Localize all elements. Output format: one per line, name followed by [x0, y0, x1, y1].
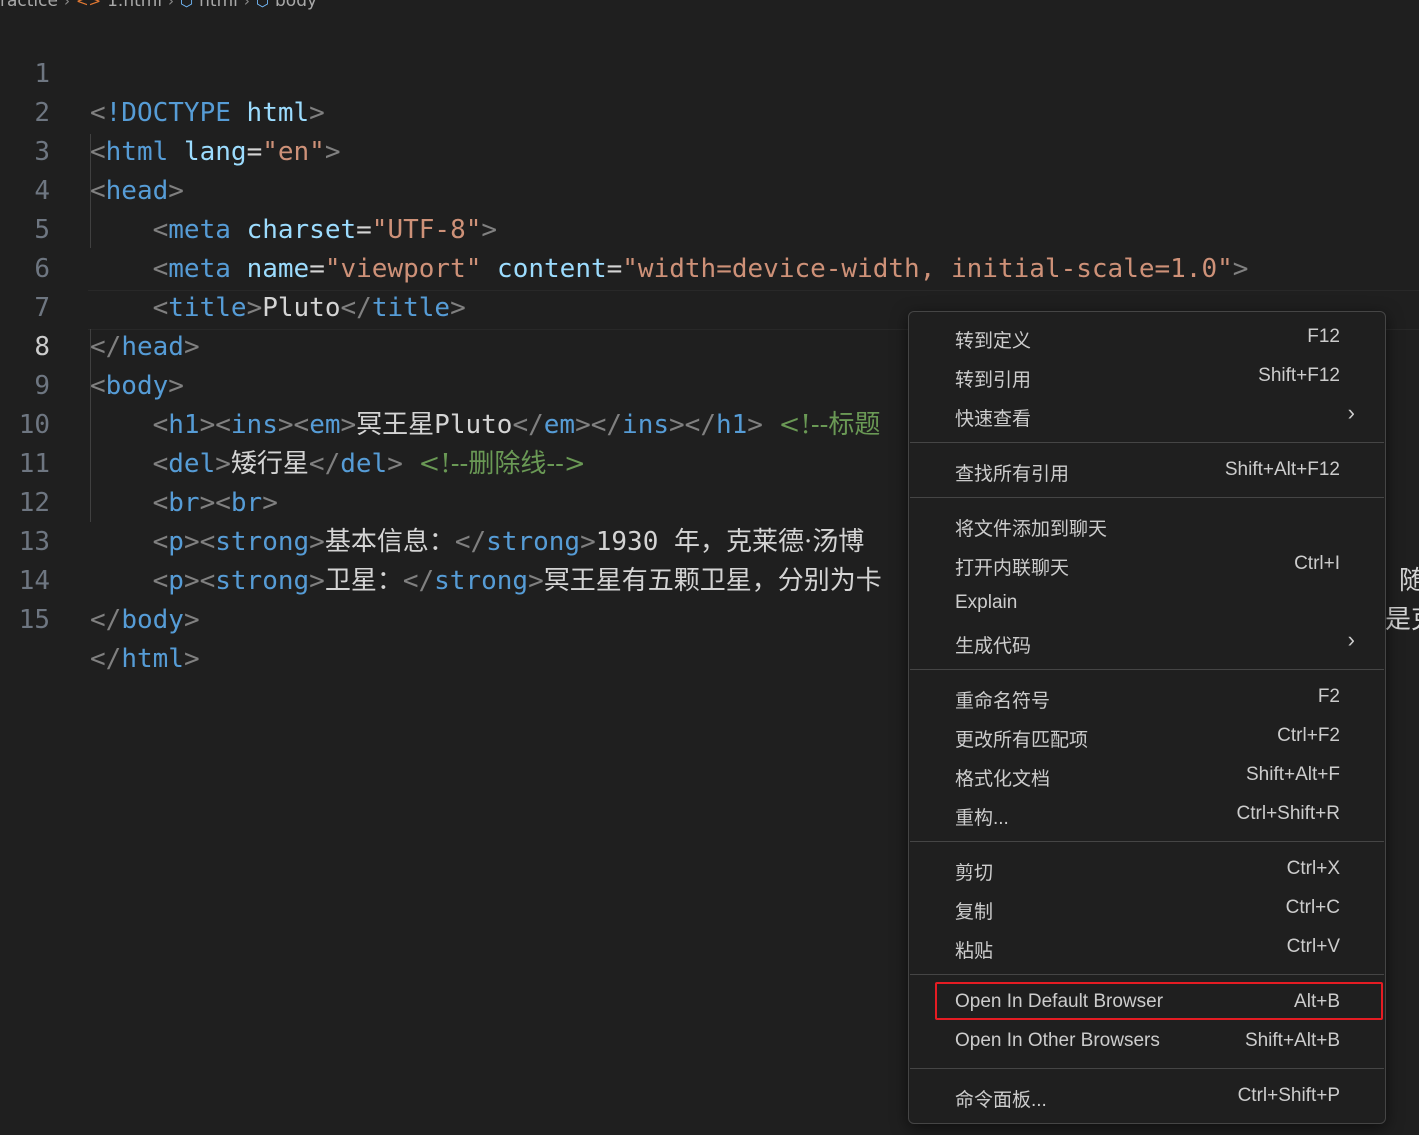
- menu-item-label: 格式化文档: [955, 769, 1051, 790]
- menu-item-label: 更改所有匹配项: [955, 730, 1089, 751]
- menu-item-shortcut: F2: [1317, 686, 1340, 707]
- menu-item-shortcut: Shift+Alt+F12: [1224, 459, 1340, 480]
- code-line[interactable]: 1 <!DOCTYPE html>: [0, 16, 1419, 128]
- menu-item-label: 将文件添加到聊天: [955, 519, 1108, 540]
- menu-separator: [910, 497, 1384, 498]
- menu-item-label: 复制: [955, 902, 994, 923]
- menu-item-shortcut: Ctrl+I: [1294, 553, 1340, 574]
- code-token: 是克: [1385, 605, 1419, 635]
- menu-item-shortcut: F12: [1307, 326, 1340, 347]
- menu-item-inline-chat[interactable]: 打开内联聊天 Ctrl+I: [909, 546, 1385, 582]
- menu-item-add-file-to-chat[interactable]: 将文件添加到聊天: [909, 507, 1385, 543]
- menu-item-label: 剪切: [955, 863, 994, 884]
- menu-item-label: 查找所有引用: [955, 464, 1070, 485]
- code-line[interactable]: 5 <meta name="viewport" content="width=d…: [0, 172, 1419, 284]
- line-number: 15: [18, 605, 50, 635]
- menu-item-label: 命令面板...: [955, 1090, 1047, 1111]
- menu-item-label: Open In Default Browser: [955, 991, 1164, 1012]
- menu-item-format-document[interactable]: 格式化文档 Shift+Alt+F: [909, 757, 1385, 793]
- html-file-icon: <>: [75, 0, 102, 10]
- menu-item-refactor[interactable]: 重构... Ctrl+Shift+R: [909, 796, 1385, 832]
- menu-item-go-to-references[interactable]: 转到引用 Shift+F12: [909, 358, 1385, 394]
- menu-item-cut[interactable]: 剪切 Ctrl+X: [909, 851, 1385, 887]
- menu-item-label: 打开内联聊天: [955, 558, 1070, 579]
- code-line[interactable]: 7 </head>: [0, 250, 1419, 362]
- code-token: body: [121, 605, 184, 635]
- menu-item-change-all-occurrences[interactable]: 更改所有匹配项 Ctrl+F2: [909, 718, 1385, 754]
- chevron-right-icon: ›: [63, 0, 70, 10]
- menu-item-label: 快速查看: [955, 409, 1032, 430]
- menu-separator: [910, 669, 1384, 670]
- menu-item-shortcut: Shift+F12: [1258, 365, 1340, 386]
- menu-separator: [910, 974, 1384, 975]
- menu-item-shortcut: Ctrl+Shift+P: [1237, 1085, 1340, 1106]
- code-line[interactable]: 2 <html lang="en">: [0, 55, 1419, 167]
- menu-item-open-other-browsers[interactable]: Open In Other Browsers Shift+Alt+B: [909, 1023, 1385, 1059]
- code-editor[interactable]: ractice › <> 1.html › ⬡ html › ⬡ body 1 …: [0, 0, 1419, 1135]
- menu-item-label: 粘贴: [955, 941, 994, 962]
- menu-item-open-default-browser[interactable]: Open In Default Browser Alt+B: [909, 984, 1385, 1020]
- chevron-right-icon: ›: [168, 0, 175, 10]
- breadcrumb: ractice › <> 1.html › ⬡ html › ⬡ body: [0, 0, 317, 11]
- menu-item-paste[interactable]: 粘贴 Ctrl+V: [909, 929, 1385, 965]
- menu-item-label: Open In Other Browsers: [955, 1030, 1160, 1051]
- menu-item-label: 重构...: [955, 808, 1009, 829]
- code-token: html: [121, 644, 184, 674]
- menu-item-shortcut: Ctrl+X: [1286, 858, 1340, 879]
- menu-item-shortcut: Ctrl+V: [1286, 936, 1340, 957]
- code-line[interactable]: 6 <title>Pluto</title>: [0, 211, 1419, 323]
- menu-item-label: 转到引用: [955, 370, 1032, 391]
- breadcrumb-file[interactable]: 1.html: [107, 0, 162, 11]
- menu-item-shortcut: Shift+Alt+B: [1244, 1030, 1340, 1051]
- menu-item-shortcut: Ctrl+C: [1285, 897, 1340, 918]
- menu-item-copy[interactable]: 复制 Ctrl+C: [909, 890, 1385, 926]
- menu-item-explain[interactable]: Explain: [909, 585, 1385, 621]
- menu-separator: [910, 442, 1384, 443]
- menu-item-rename-symbol[interactable]: 重命名符号 F2: [909, 679, 1385, 715]
- symbol-node-icon: ⬡: [180, 0, 194, 10]
- chevron-right-icon: ›: [1347, 400, 1355, 425]
- breadcrumb-node-html[interactable]: html: [199, 0, 238, 11]
- menu-item-peek[interactable]: 快速查看 ›: [909, 397, 1385, 433]
- menu-separator: [910, 841, 1384, 842]
- menu-item-label: 重命名符号: [955, 691, 1051, 712]
- menu-item-go-to-definition[interactable]: 转到定义 F12: [909, 319, 1385, 355]
- breadcrumb-node-body[interactable]: body: [275, 0, 317, 11]
- context-menu: 转到定义 F12 转到引用 Shift+F12 快速查看 › 查找所有引用 Shift+…: [908, 311, 1386, 1124]
- menu-item-label: 生成代码: [955, 636, 1032, 657]
- menu-item-shortcut: Ctrl+Shift+R: [1236, 803, 1340, 824]
- code-line[interactable]: 3 <head>: [0, 94, 1419, 206]
- menu-item-shortcut: Shift+Alt+F: [1246, 764, 1340, 785]
- menu-item-label: Explain: [955, 592, 1018, 613]
- menu-item-find-all-references[interactable]: 查找所有引用 Shift+Alt+F12: [909, 452, 1385, 488]
- code-line[interactable]: 4 <meta charset="UTF-8">: [0, 133, 1419, 245]
- menu-separator: [910, 1068, 1384, 1069]
- breadcrumb-folder[interactable]: ractice: [0, 0, 58, 11]
- chevron-right-icon: ›: [1347, 627, 1355, 652]
- menu-item-label: 转到定义: [955, 331, 1032, 352]
- chevron-right-icon: ›: [243, 0, 250, 10]
- menu-item-generate-code[interactable]: 生成代码 ›: [909, 624, 1385, 660]
- menu-item-shortcut: Alt+B: [1294, 991, 1340, 1012]
- menu-item-command-palette[interactable]: 命令面板... Ctrl+Shift+P: [909, 1078, 1385, 1114]
- symbol-node-icon: ⬡: [255, 0, 269, 10]
- menu-item-shortcut: Ctrl+F2: [1277, 725, 1340, 746]
